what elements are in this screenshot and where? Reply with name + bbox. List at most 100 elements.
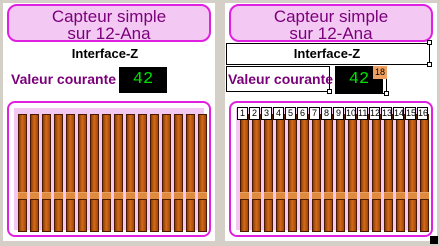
slider-bar[interactable] <box>186 114 195 232</box>
slider-bar[interactable] <box>420 114 429 232</box>
slider-knob[interactable] <box>324 192 333 200</box>
slider-knob[interactable] <box>150 192 159 200</box>
slider-number-label: 3 <box>261 107 272 120</box>
slider-bar[interactable] <box>312 114 321 232</box>
value-display: 42 <box>119 67 167 93</box>
slider-group <box>229 101 433 237</box>
slider-number-label: 8 <box>321 107 332 120</box>
slider-knob[interactable] <box>360 192 369 200</box>
slider-knob[interactable] <box>114 192 123 200</box>
slider-bar[interactable] <box>276 114 285 232</box>
slider-area <box>236 108 429 232</box>
slider-bar[interactable] <box>78 114 87 232</box>
slider-knob[interactable] <box>54 192 63 200</box>
slider-knob[interactable] <box>420 192 429 200</box>
slider-knob[interactable] <box>348 192 357 200</box>
slider-bar[interactable] <box>252 114 261 232</box>
slider-knob[interactable] <box>138 192 147 200</box>
slider-knob[interactable] <box>90 192 99 200</box>
slider-knob[interactable] <box>78 192 87 200</box>
interface-label[interactable]: Interface-Z <box>225 46 429 61</box>
slider-bar[interactable] <box>324 114 333 232</box>
slider-bar[interactable] <box>408 114 417 232</box>
slider-number-label: 16 <box>417 107 429 120</box>
slider-knob[interactable] <box>186 192 195 200</box>
title-line-1: Capteur simple <box>273 7 389 26</box>
slider-bar[interactable] <box>240 114 249 232</box>
slider-knob[interactable] <box>336 192 345 200</box>
slider-bar[interactable] <box>174 114 183 232</box>
slider-knob[interactable] <box>264 192 273 200</box>
slider-number-label: 7 <box>309 107 320 120</box>
value-label[interactable]: Valeur courante <box>228 71 333 87</box>
title-line-1: Capteur simple <box>51 7 167 26</box>
title-line-2: sur 12-Ana <box>67 24 151 43</box>
slider-bar[interactable] <box>126 114 135 232</box>
slider-knob[interactable] <box>252 192 261 200</box>
slider-knob[interactable] <box>126 192 135 200</box>
title-box[interactable]: Capteur simple sur 12-Ana <box>229 4 433 42</box>
resize-corner-icon[interactable] <box>430 236 438 244</box>
right-panel: Capteur simple sur 12-Ana Interface-Z Va… <box>225 3 437 241</box>
slider-knob[interactable] <box>42 192 51 200</box>
title-line-2: sur 12-Ana <box>289 24 373 43</box>
slider-bar[interactable] <box>102 114 111 232</box>
slider-bar[interactable] <box>42 114 51 232</box>
slider-bar[interactable] <box>384 114 393 232</box>
slider-bar[interactable] <box>396 114 405 232</box>
slider-bar[interactable] <box>114 114 123 232</box>
slider-knob[interactable] <box>198 192 207 200</box>
slider-number-label: 12 <box>369 107 381 120</box>
slider-bar[interactable] <box>264 114 273 232</box>
slider-knob[interactable] <box>102 192 111 200</box>
slider-knob[interactable] <box>30 192 39 200</box>
slider-knob[interactable] <box>372 192 381 200</box>
slider-group <box>7 101 211 237</box>
value-label: Valeur courante <box>11 71 117 87</box>
title-box: Capteur simple sur 12-Ana <box>7 4 211 42</box>
slider-knob[interactable] <box>174 192 183 200</box>
slider-area <box>14 108 207 232</box>
slider-bar[interactable] <box>162 114 171 232</box>
slider-number-label: 9 <box>333 107 344 120</box>
slider-knob[interactable] <box>66 192 75 200</box>
slider-bar[interactable] <box>288 114 297 232</box>
slider-bar[interactable] <box>360 114 369 232</box>
selection-handle[interactable] <box>427 40 432 45</box>
slider-bar[interactable] <box>30 114 39 232</box>
slider-bar[interactable] <box>300 114 309 232</box>
slider-bar[interactable] <box>66 114 75 232</box>
slider-bar[interactable] <box>150 114 159 232</box>
slider-number-label: 13 <box>381 107 393 120</box>
slider-number-label: 2 <box>249 107 260 120</box>
selection-handle[interactable] <box>327 89 332 94</box>
slider-bar[interactable] <box>18 114 27 232</box>
slider-bar[interactable] <box>336 114 345 232</box>
slider-knob[interactable] <box>312 192 321 200</box>
slider-bar[interactable] <box>372 114 381 232</box>
slider-bar[interactable] <box>90 114 99 232</box>
slider-number-label: 6 <box>297 107 308 120</box>
slider-knob[interactable] <box>300 192 309 200</box>
slider-number-label: 10 <box>345 107 357 120</box>
slider-knob[interactable] <box>18 192 27 200</box>
slider-knob[interactable] <box>240 192 249 200</box>
slider-knob[interactable] <box>288 192 297 200</box>
slider-knob[interactable] <box>384 192 393 200</box>
interface-label: Interface-Z <box>71 46 139 61</box>
slider-bar[interactable] <box>138 114 147 232</box>
slider-number-label: 1 <box>237 107 248 120</box>
slider-knob[interactable] <box>162 192 171 200</box>
slider-knob[interactable] <box>276 192 285 200</box>
selection-handle[interactable] <box>427 62 432 67</box>
slider-number-label: 15 <box>405 107 417 120</box>
value-badge: 18 <box>373 66 387 79</box>
selection-handle[interactable] <box>384 91 389 96</box>
slider-bar[interactable] <box>54 114 63 232</box>
slider-knob[interactable] <box>396 192 405 200</box>
slider-bar[interactable] <box>348 114 357 232</box>
slider-number-label: 4 <box>273 107 284 120</box>
slider-bar[interactable] <box>198 114 207 232</box>
slider-knob[interactable] <box>408 192 417 200</box>
slider-number-label: 14 <box>393 107 405 120</box>
